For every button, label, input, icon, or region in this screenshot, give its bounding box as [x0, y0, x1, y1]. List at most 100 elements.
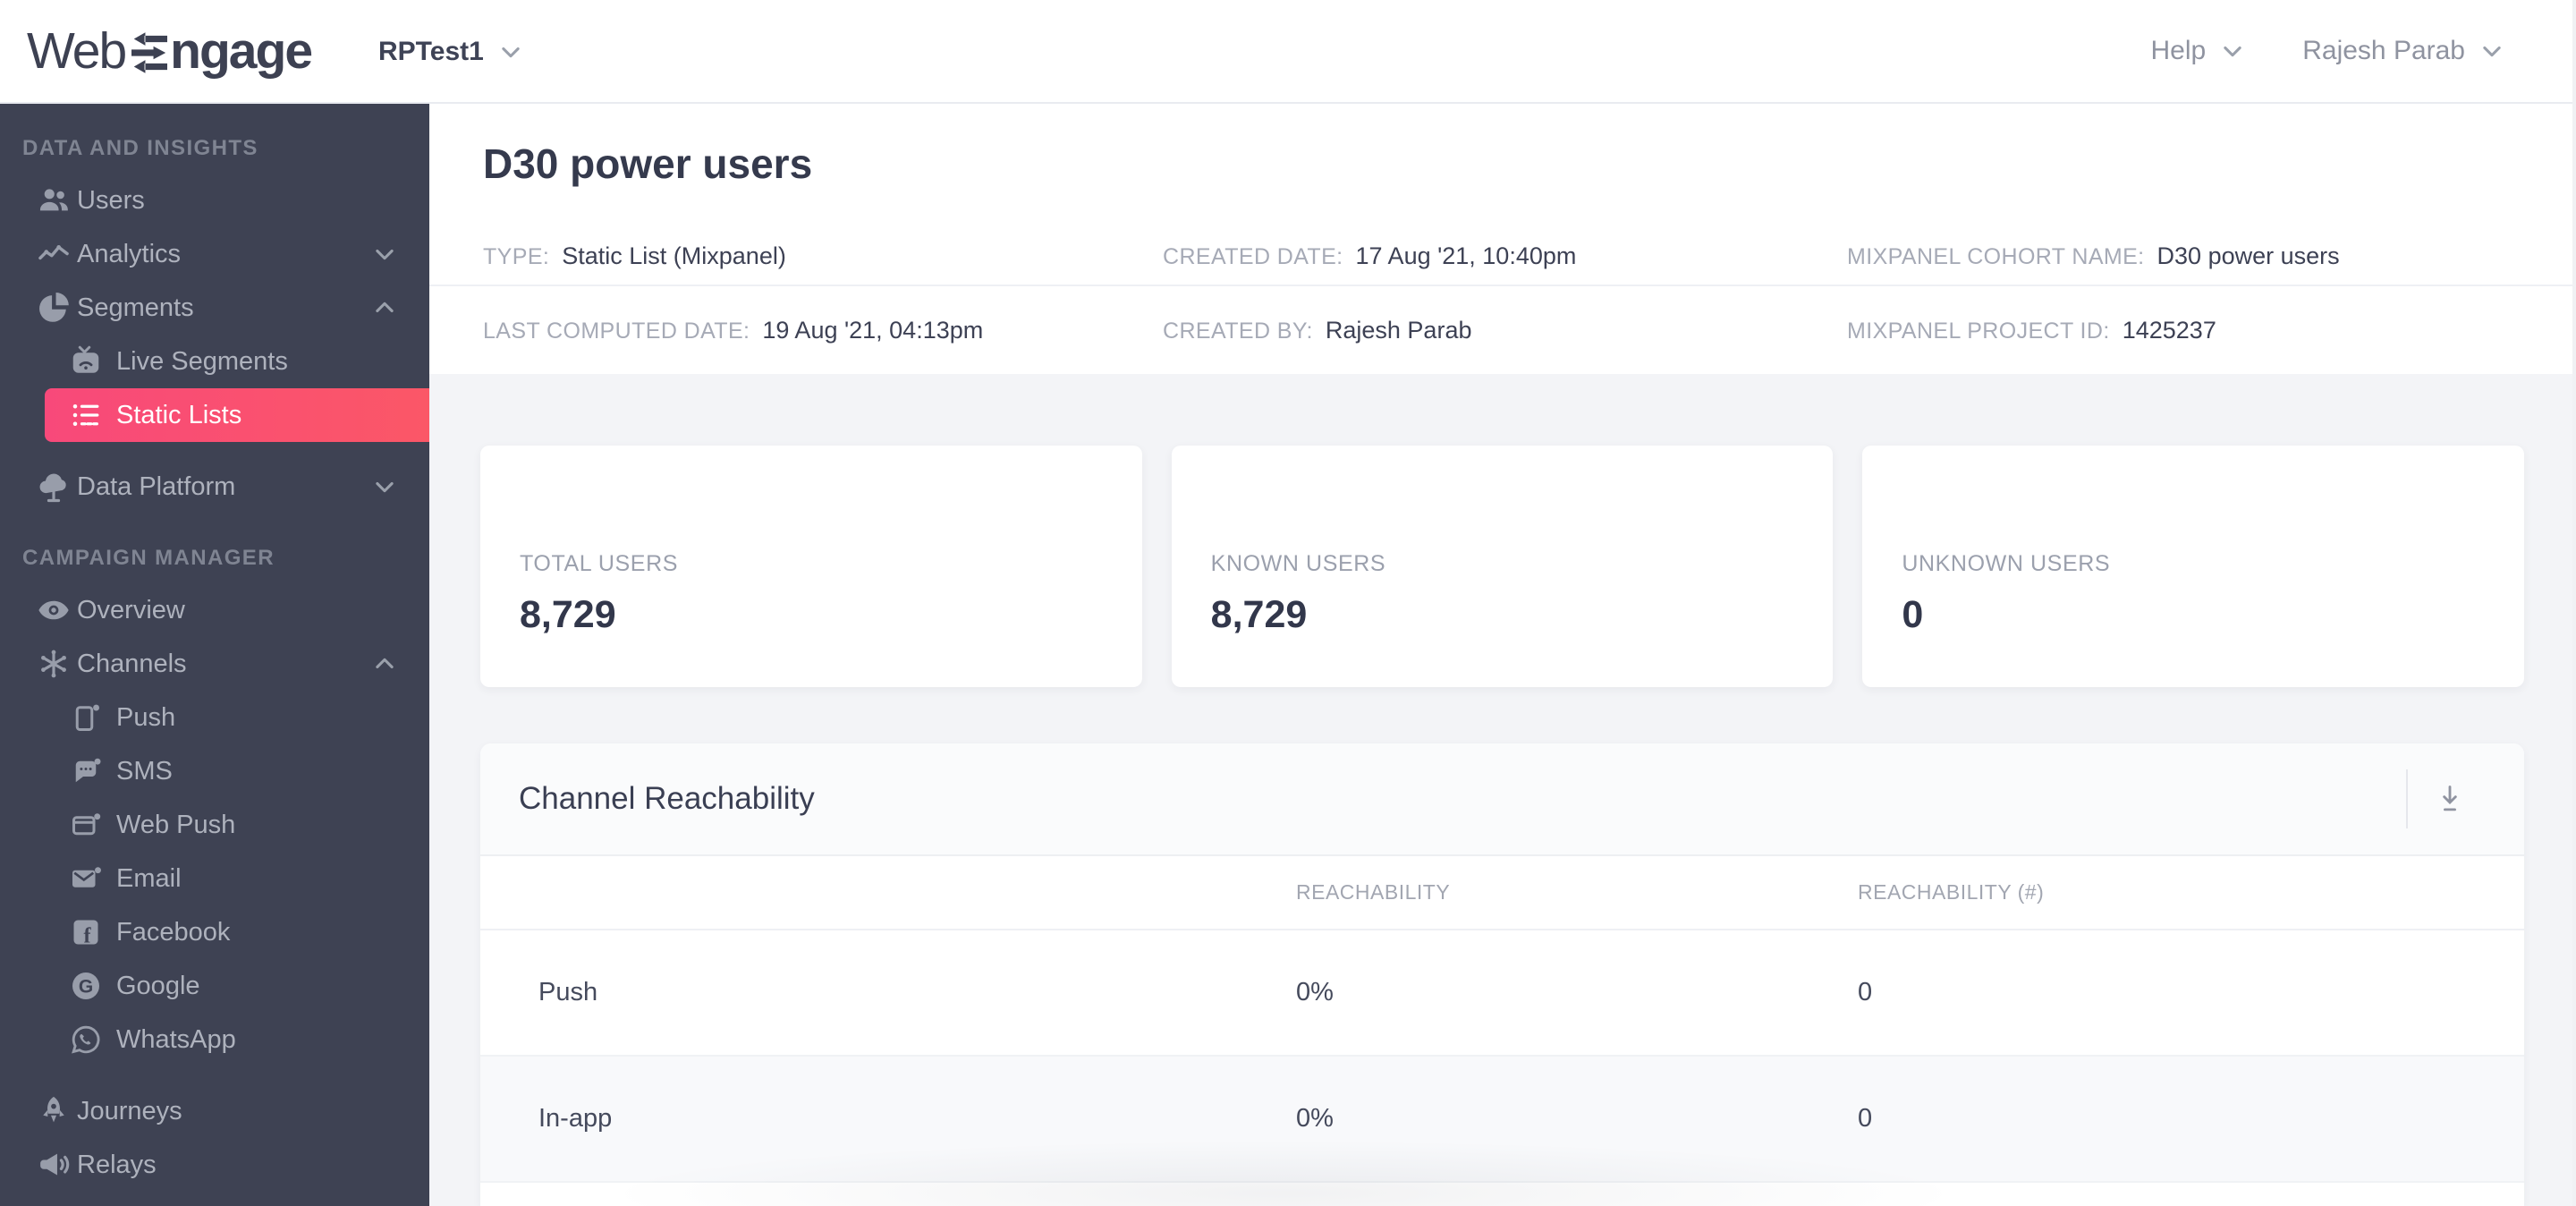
logo-arrows-e-icon	[131, 32, 168, 73]
sidebar-item-google[interactable]: G Google	[0, 959, 429, 1013]
meta-mixpanel-project-id: MIXPANEL PROJECT ID: 1425237	[1847, 317, 2576, 344]
sidebar-item-label: Overview	[77, 595, 185, 624]
stat-label: UNKNOWN USERS	[1902, 551, 2111, 576]
scrollbar-track[interactable]	[2572, 0, 2576, 1206]
live-segments-icon	[68, 342, 104, 381]
web-push-icon	[68, 805, 104, 845]
facebook-icon: f	[68, 913, 104, 952]
sidebar-item-sms[interactable]: SMS	[0, 744, 429, 798]
panel-actions	[2406, 743, 2524, 854]
relays-megaphone-icon	[34, 1145, 73, 1185]
sidebar-item-label: Live Segments	[116, 346, 288, 376]
panel-title: Channel Reachability	[519, 781, 815, 816]
static-lists-icon	[68, 395, 104, 435]
sidebar-item-label: Push	[116, 702, 176, 732]
column-header-reachability-count: REACHABILITY (#)	[1858, 880, 2045, 904]
sidebar-item-channels[interactable]: Channels	[0, 637, 429, 691]
table-row-push: Push 0% 0	[480, 930, 2524, 1057]
table-row-in-app: In-app 0% 0	[480, 1057, 2524, 1183]
download-icon	[2443, 786, 2457, 811]
google-icon: G	[68, 966, 104, 1006]
journeys-rocket-icon	[34, 1091, 73, 1131]
chevron-down-icon	[372, 474, 397, 499]
sidebar-item-label: Web Push	[116, 810, 236, 839]
sidebar-item-journeys[interactable]: Journeys	[0, 1084, 429, 1138]
sidebar-item-overview[interactable]: Overview	[0, 583, 429, 637]
sidebar-item-label: Facebook	[116, 917, 231, 947]
reachability-table-header: REACHABILITY REACHABILITY (#)	[480, 856, 2524, 930]
meta-label: CREATED DATE:	[1163, 243, 1343, 269]
meta-type: TYPE: Static List (Mixpanel)	[483, 242, 1163, 270]
help-menu[interactable]: Help	[2151, 36, 2246, 66]
panel-header: Channel Reachability	[480, 743, 2524, 856]
sidebar-item-users[interactable]: Users	[0, 174, 429, 227]
meta-label: LAST COMPUTED DATE:	[483, 318, 750, 344]
sidebar-item-facebook[interactable]: f Facebook	[0, 905, 429, 959]
meta-value: 19 Aug '21, 04:13pm	[762, 316, 984, 344]
sidebar-section-campaign-manager: CAMPAIGN MANAGER	[22, 546, 275, 570]
top-navigation-bar: Web ngage RPTest1 Help Rajesh Parab	[0, 0, 2576, 104]
sidebar-item-label: Segments	[77, 293, 194, 322]
sidebar-item-relays[interactable]: Relays	[0, 1138, 429, 1192]
stat-value: 8,729	[1210, 593, 1308, 636]
stats-cards: TOTAL USERS 8,729 KNOWN USERS 8,729 UNKN…	[480, 446, 2525, 687]
webengage-logo[interactable]: Web ngage	[27, 0, 313, 103]
meta-label: MIXPANEL COHORT NAME:	[1847, 243, 2145, 269]
sidebar-navigation: DATA AND INSIGHTS Users Analytics Segmen…	[0, 104, 429, 1206]
sidebar-item-label: Static Lists	[116, 400, 242, 429]
meta-created-date: CREATED DATE: 17 Aug '21, 10:40pm	[1163, 242, 1847, 270]
meta-value: 1425237	[2122, 316, 2216, 344]
segments-icon	[34, 288, 73, 327]
meta-value: D30 power users	[2157, 242, 2340, 269]
sidebar-item-live-segments[interactable]: Live Segments	[0, 335, 429, 388]
meta-last-computed-date: LAST COMPUTED DATE: 19 Aug '21, 04:13pm	[483, 317, 1163, 344]
meta-value: 17 Aug '21, 10:40pm	[1355, 242, 1577, 269]
sidebar-item-label: Users	[77, 185, 145, 215]
sidebar-item-push[interactable]: Push	[0, 691, 429, 744]
whatsapp-icon	[68, 1020, 104, 1059]
logo-text-web: Web	[27, 22, 127, 80]
stat-card-unknown-users: UNKNOWN USERS 0	[1862, 446, 2525, 687]
overview-eye-icon	[34, 590, 73, 630]
sidebar-item-label: Channels	[77, 649, 187, 678]
reachability-cell: 0%	[1296, 1104, 1334, 1133]
sidebar-item-label: Google	[116, 971, 200, 1000]
sidebar-item-segments[interactable]: Segments	[0, 281, 429, 335]
channels-icon	[34, 644, 73, 684]
meta-mixpanel-cohort-name: MIXPANEL COHORT NAME: D30 power users	[1847, 242, 2576, 270]
webengage-app: Web ngage RPTest1 Help Rajesh Parab DATA…	[0, 0, 2576, 1206]
sidebar-item-email[interactable]: Email	[0, 852, 429, 905]
svg-text:f: f	[84, 924, 92, 947]
reachability-count-cell: 0	[1858, 978, 1873, 1006]
chevron-down-icon	[372, 242, 397, 267]
chevron-down-icon	[498, 39, 523, 64]
chevron-down-icon	[2479, 38, 2504, 64]
stat-value: 0	[1902, 593, 1924, 636]
sidebar-item-label: Journeys	[77, 1096, 182, 1125]
download-button[interactable]	[2408, 743, 2524, 854]
meta-value: Rajesh Parab	[1325, 316, 1472, 344]
workspace-name: RPTest1	[378, 37, 484, 66]
stat-card-known-users: KNOWN USERS 8,729	[1171, 446, 1834, 687]
chevron-up-icon	[372, 651, 397, 676]
sidebar-item-label: WhatsApp	[116, 1024, 236, 1054]
workspace-selector[interactable]: RPTest1	[378, 0, 523, 104]
metadata-row: LAST COMPUTED DATE: 19 Aug '21, 04:13pm …	[429, 286, 2576, 374]
content-area: TOTAL USERS 8,729 KNOWN USERS 8,729 UNKN…	[429, 374, 2576, 1206]
email-icon	[68, 859, 104, 898]
meta-label: CREATED BY:	[1163, 318, 1313, 344]
sidebar-item-whatsapp[interactable]: WhatsApp	[0, 1013, 429, 1066]
sidebar-item-static-lists[interactable]: Static Lists	[45, 388, 429, 442]
sidebar-item-label: Email	[116, 863, 182, 893]
sidebar-section-data-insights: DATA AND INSIGHTS	[22, 136, 258, 160]
stat-card-total-users: TOTAL USERS 8,729	[480, 446, 1142, 687]
sidebar-item-data-platform[interactable]: Data Platform	[0, 460, 429, 514]
account-menu[interactable]: Rajesh Parab	[2302, 36, 2504, 66]
sidebar-item-web-push[interactable]: Web Push	[0, 798, 429, 852]
sidebar-item-analytics[interactable]: Analytics	[0, 227, 429, 281]
reachability-count-cell: 0	[1858, 1104, 1873, 1133]
stat-label: KNOWN USERS	[1210, 551, 1386, 576]
channel-cell: In-app	[538, 1104, 613, 1133]
page-header-section: D30 power users TYPE: Static List (Mixpa…	[429, 104, 2576, 374]
meta-created-by: CREATED BY: Rajesh Parab	[1163, 317, 1847, 344]
